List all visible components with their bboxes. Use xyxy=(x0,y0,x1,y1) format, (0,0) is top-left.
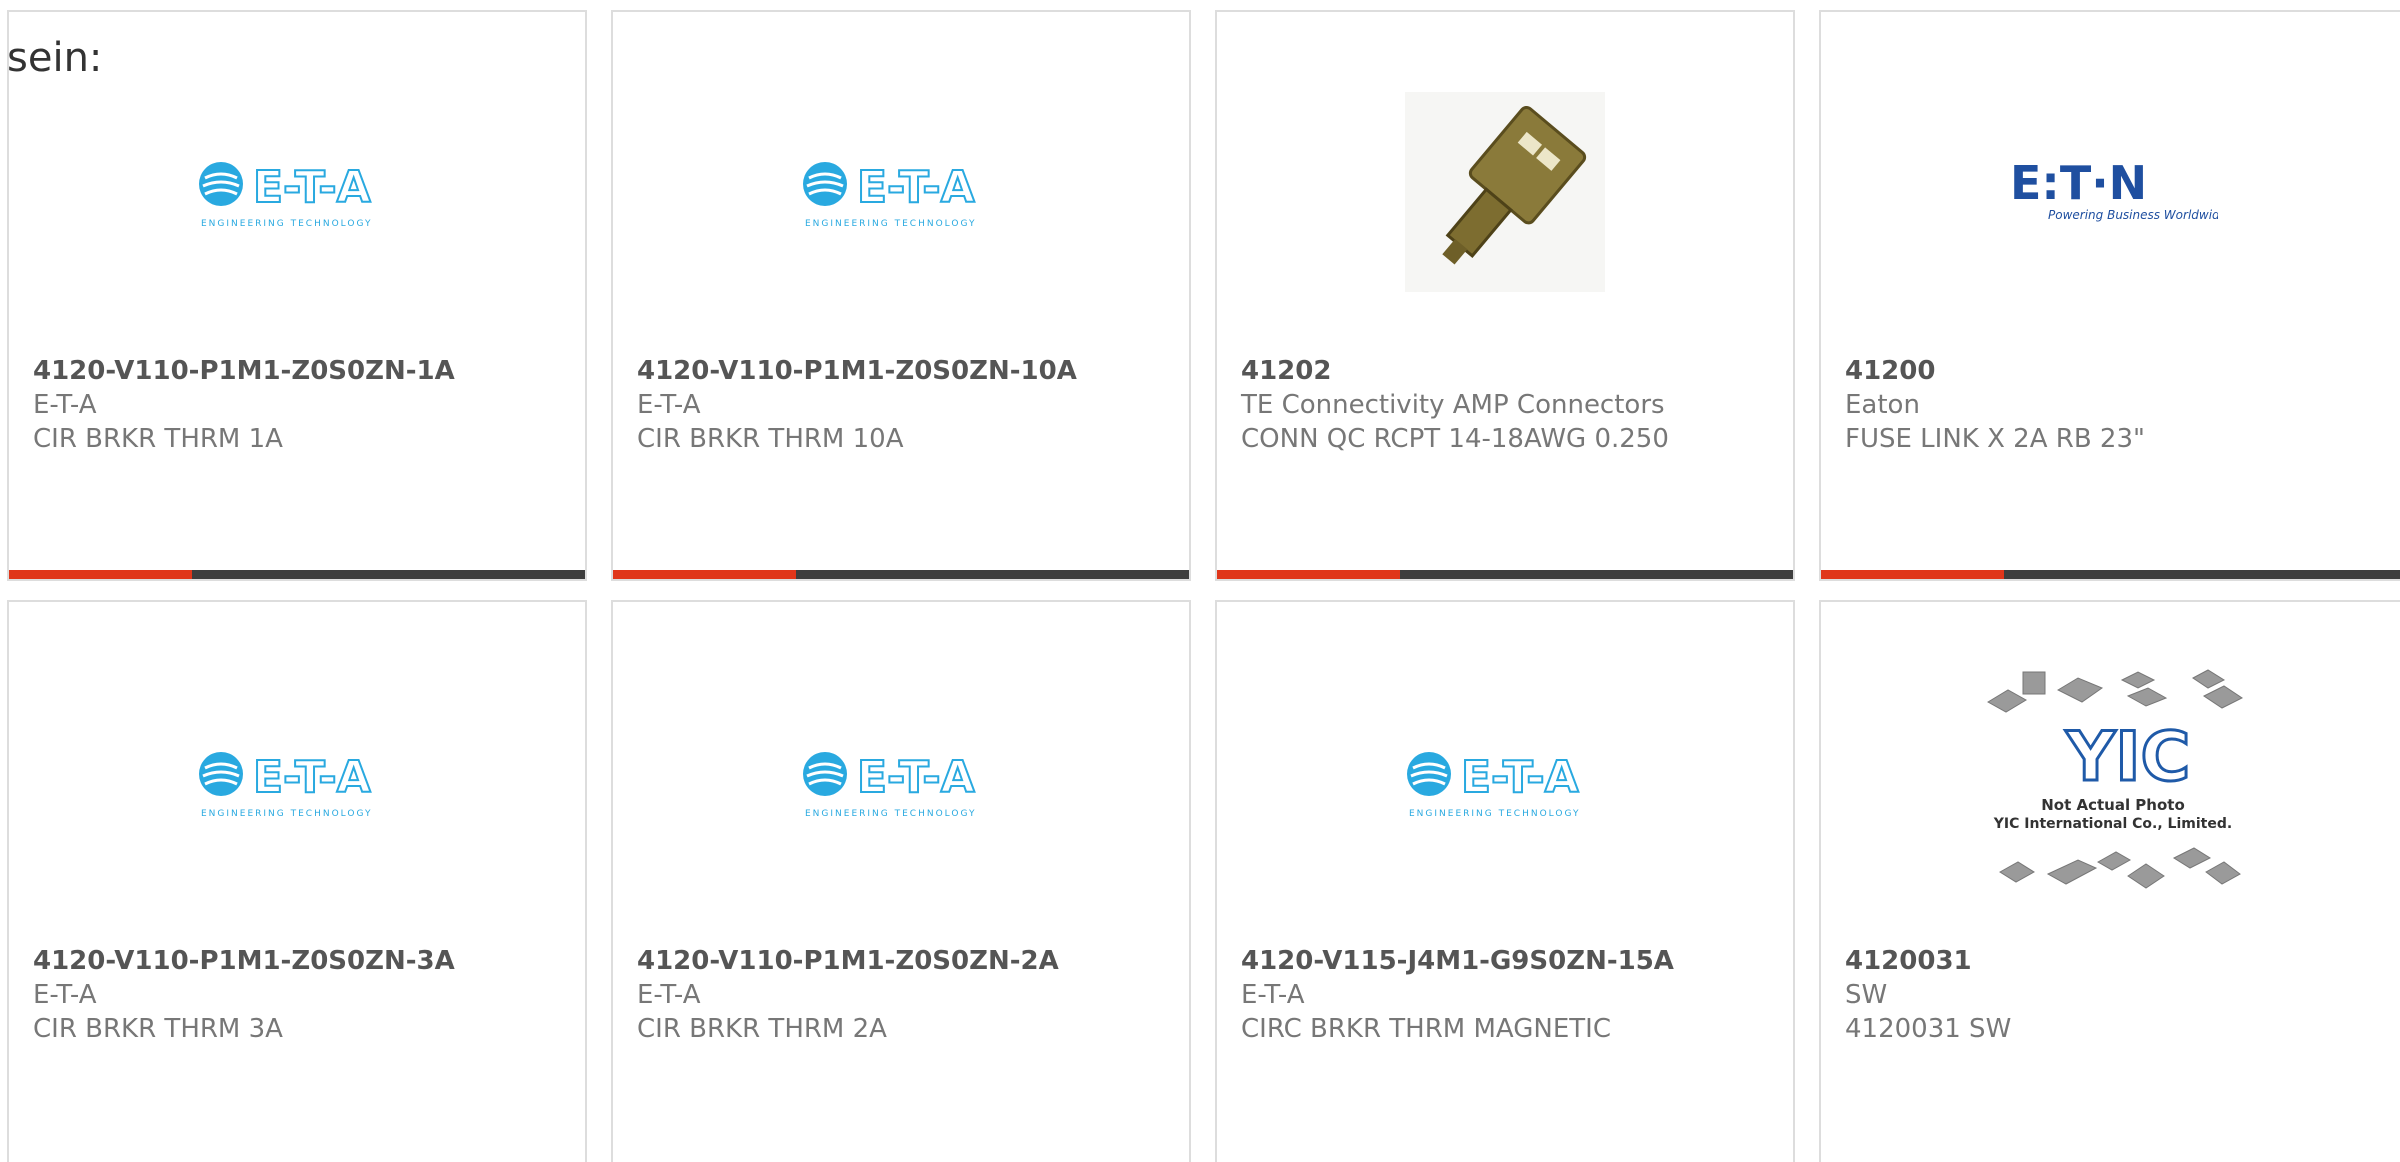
description: CIRC BRKR THRM MAGNETIC xyxy=(1241,1014,1611,1044)
product-grid-page: sein: E-T-A ENGINEERING TECHNOLOGY 4120-… xyxy=(0,0,2400,1162)
product-image[interactable]: E-T-A ENGINEERING TECHNOLOGY xyxy=(9,662,585,902)
manufacturer: E-T-A xyxy=(33,390,97,420)
eta-logo-icon: E-T-A ENGINEERING TECHNOLOGY xyxy=(803,161,976,229)
product-card[interactable]: E-T-A ENGINEERING TECHNOLOGY 4120-V110-P… xyxy=(611,600,1191,1162)
product-card[interactable]: 41202 TE Connectivity AMP Connectors CON… xyxy=(1215,10,1795,581)
product-info: 4120-V110-P1M1-Z0S0ZN-3A E-T-A CIR BRKR … xyxy=(33,944,575,1046)
description: CIR BRKR THRM 2A xyxy=(637,1014,887,1044)
product-info: 4120-V115-J4M1-G9S0ZN-15A E-T-A CIRC BRK… xyxy=(1241,944,1783,1046)
logo-tagline: ENGINEERING TECHNOLOGY xyxy=(805,219,976,229)
logo-tagline: ENGINEERING TECHNOLOGY xyxy=(1409,809,1580,819)
eaton-logo-icon: E:T·N Powering Business Worldwide xyxy=(2010,157,2218,222)
product-image[interactable]: E-T-A ENGINEERING TECHNOLOGY xyxy=(1217,662,1793,902)
product-info: 4120031 SW 4120031 SW xyxy=(1845,944,2394,1046)
product-info: 41200 Eaton FUSE LINK X 2A RB 23" xyxy=(1845,354,2394,456)
logo-wordmark: YIC xyxy=(2065,718,2190,797)
eta-logo-icon: E-T-A ENGINEERING TECHNOLOGY xyxy=(199,751,372,819)
card-accent-bar xyxy=(613,570,1189,579)
product-image[interactable] xyxy=(1217,72,1793,312)
part-number-link[interactable]: 41200 xyxy=(1845,354,2394,388)
manufacturer: SW xyxy=(1845,980,1888,1010)
product-card[interactable]: E-T-A ENGINEERING TECHNOLOGY 4120-V110-P… xyxy=(611,10,1191,581)
manufacturer: E-T-A xyxy=(637,980,701,1010)
logo-tagline: ENGINEERING TECHNOLOGY xyxy=(201,809,372,819)
product-info: 41202 TE Connectivity AMP Connectors CON… xyxy=(1241,354,1783,456)
description: CIR BRKR THRM 1A xyxy=(33,424,283,454)
product-card[interactable]: E-T-A ENGINEERING TECHNOLOGY 4120-V110-P… xyxy=(7,600,587,1162)
product-image[interactable]: E-T-A ENGINEERING TECHNOLOGY xyxy=(9,72,585,312)
manufacturer: E-T-A xyxy=(1241,980,1305,1010)
product-info: 4120-V110-P1M1-Z0S0ZN-2A E-T-A CIR BRKR … xyxy=(637,944,1179,1046)
manufacturer: TE Connectivity AMP Connectors xyxy=(1241,390,1665,420)
logo-wordmark: E-T-A xyxy=(857,162,975,213)
product-image[interactable]: E-T-A ENGINEERING TECHNOLOGY xyxy=(613,662,1189,902)
logo-wordmark: E-T-A xyxy=(857,752,975,803)
description: 4120031 SW xyxy=(1845,1014,2012,1044)
part-number-link[interactable]: 4120-V110-P1M1-Z0S0ZN-10A xyxy=(637,354,1179,388)
product-image[interactable]: YIC Not Actual Photo YIC International C… xyxy=(1821,662,2400,902)
description: CONN QC RCPT 14-18AWG 0.250 xyxy=(1241,424,1669,454)
logo-wordmark: E-T-A xyxy=(253,752,371,803)
eta-logo-icon: E-T-A ENGINEERING TECHNOLOGY xyxy=(803,751,976,819)
logo-tagline: ENGINEERING TECHNOLOGY xyxy=(805,809,976,819)
lead-text: sein: xyxy=(7,35,103,81)
part-number-link[interactable]: 4120-V110-P1M1-Z0S0ZN-2A xyxy=(637,944,1179,978)
logo-wordmark: E-T-A xyxy=(253,162,371,213)
card-accent-bar xyxy=(9,570,585,579)
part-number-link[interactable]: 4120-V110-P1M1-Z0S0ZN-3A xyxy=(33,944,575,978)
logo-caption: YIC International Co., Limited. xyxy=(1992,816,2231,832)
description: CIR BRKR THRM 10A xyxy=(637,424,904,454)
logo-tagline: ENGINEERING TECHNOLOGY xyxy=(201,219,372,229)
card-accent-bar xyxy=(1217,570,1793,579)
connector-photo-icon xyxy=(1405,92,1605,292)
logo-caption: Not Actual Photo xyxy=(2041,796,2185,814)
logo-wordmark: E:T·N xyxy=(2010,157,2147,210)
product-image[interactable]: E-T-A ENGINEERING TECHNOLOGY xyxy=(613,72,1189,312)
product-card[interactable]: E-T-A ENGINEERING TECHNOLOGY 4120-V110-P… xyxy=(7,10,587,581)
product-card[interactable]: E-T-A ENGINEERING TECHNOLOGY 4120-V115-J… xyxy=(1215,600,1795,1162)
manufacturer: Eaton xyxy=(1845,390,1920,420)
eta-logo-icon: E-T-A ENGINEERING TECHNOLOGY xyxy=(1407,751,1580,819)
eta-logo-icon: E-T-A ENGINEERING TECHNOLOGY xyxy=(199,161,372,229)
part-number-link[interactable]: 4120-V110-P1M1-Z0S0ZN-1A xyxy=(33,354,575,388)
description: FUSE LINK X 2A RB 23" xyxy=(1845,424,2145,454)
product-image[interactable]: E:T·N Powering Business Worldwide xyxy=(1821,72,2400,312)
manufacturer: E-T-A xyxy=(637,390,701,420)
part-number-link[interactable]: 41202 xyxy=(1241,354,1783,388)
logo-tagline: Powering Business Worldwide xyxy=(2048,208,2218,222)
product-info: 4120-V110-P1M1-Z0S0ZN-1A E-T-A CIR BRKR … xyxy=(33,354,575,456)
logo-wordmark: E-T-A xyxy=(1461,752,1579,803)
product-card[interactable]: YIC Not Actual Photo YIC International C… xyxy=(1819,600,2400,1162)
product-card[interactable]: E:T·N Powering Business Worldwide 41200 … xyxy=(1819,10,2400,581)
manufacturer: E-T-A xyxy=(33,980,97,1010)
part-number-link[interactable]: 4120-V115-J4M1-G9S0ZN-15A xyxy=(1241,944,1783,978)
yic-placeholder-icon: YIC Not Actual Photo YIC International C… xyxy=(1986,669,2243,889)
card-accent-bar xyxy=(1821,570,2400,579)
description: CIR BRKR THRM 3A xyxy=(33,1014,283,1044)
product-info: 4120-V110-P1M1-Z0S0ZN-10A E-T-A CIR BRKR… xyxy=(637,354,1179,456)
part-number-link[interactable]: 4120031 xyxy=(1845,944,2394,978)
